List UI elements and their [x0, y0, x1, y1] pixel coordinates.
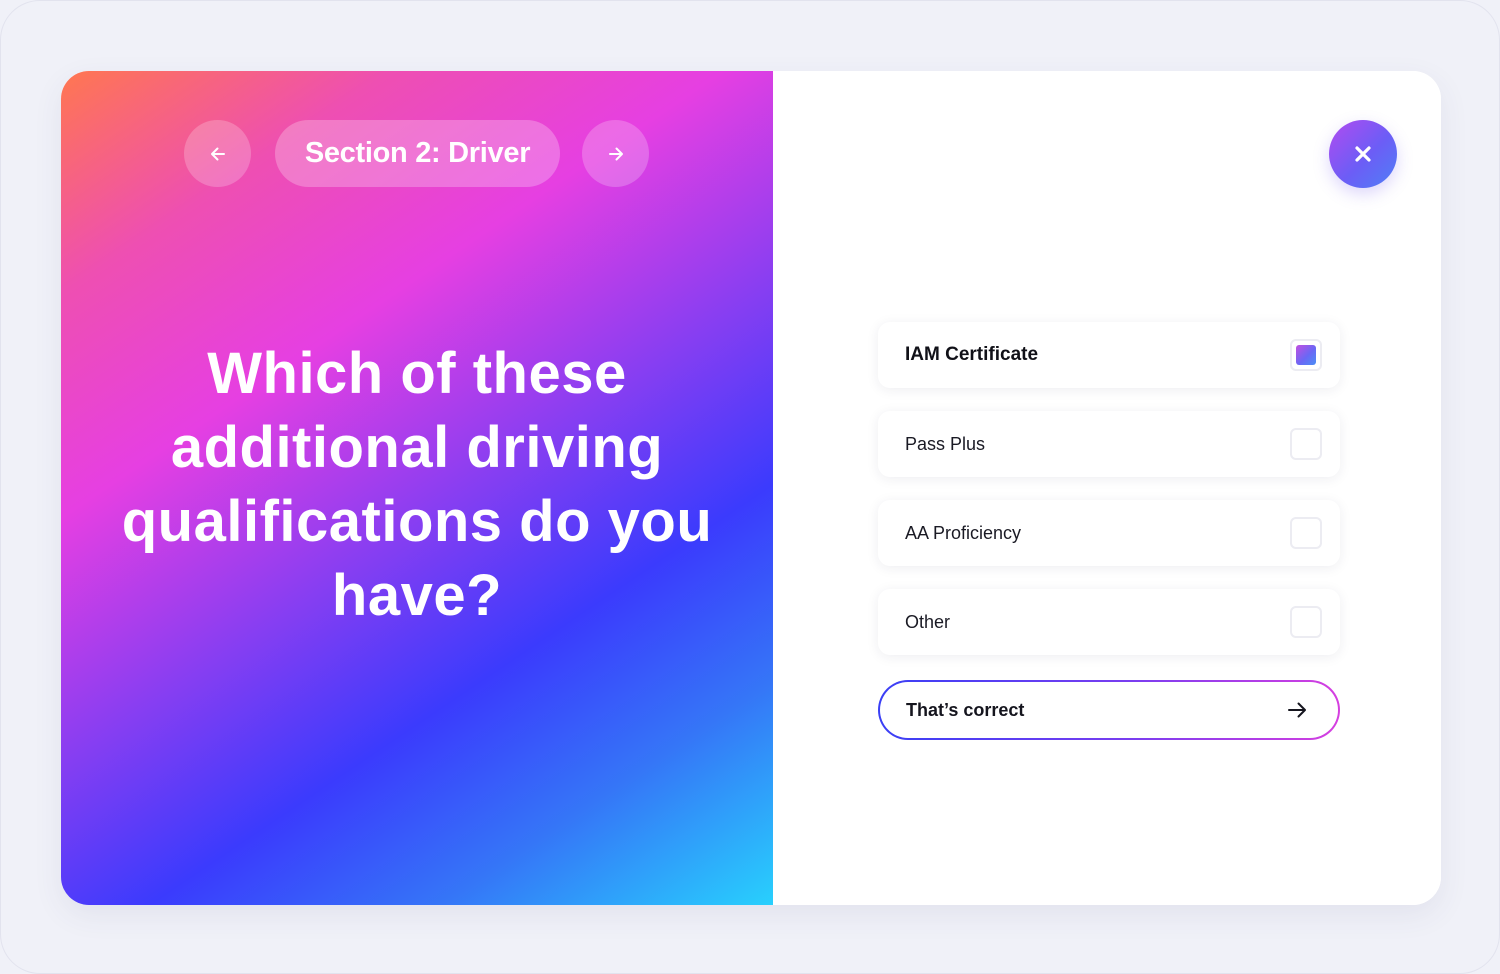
option-iam-certificate[interactable]: IAM Certificate [878, 322, 1340, 388]
question-panel: Section 2: Driver Which of these additio… [61, 71, 773, 905]
option-label: Other [905, 611, 951, 632]
option-label: Pass Plus [905, 433, 986, 454]
option-other[interactable]: Other [878, 589, 1340, 655]
close-button[interactable] [1329, 120, 1397, 188]
close-icon [1355, 146, 1371, 162]
section-title: Section 2: Driver [275, 120, 560, 187]
app-frame: Section 2: Driver Which of these additio… [0, 0, 1500, 974]
options-list: IAM Certificate Pass Plus AA Proficiency… [878, 322, 1340, 678]
arrow-left-icon [210, 147, 225, 160]
confirm-button-inner: That’s correct [880, 682, 1338, 738]
confirm-button[interactable]: That’s correct [878, 680, 1340, 740]
arrow-right-icon [1288, 702, 1306, 718]
option-checkbox-checked[interactable] [1290, 339, 1322, 371]
answer-panel: IAM Certificate Pass Plus AA Proficiency… [773, 71, 1441, 905]
option-label: AA Proficiency [905, 522, 1022, 543]
confirm-label: That’s correct [906, 699, 1025, 720]
option-pass-plus[interactable]: Pass Plus [878, 411, 1340, 477]
previous-section-button[interactable] [184, 120, 251, 187]
checkbox-check-fill [1296, 345, 1316, 365]
option-checkbox[interactable] [1290, 428, 1322, 460]
option-checkbox[interactable] [1290, 517, 1322, 549]
option-aa-proficiency[interactable]: AA Proficiency [878, 500, 1340, 566]
option-checkbox[interactable] [1290, 606, 1322, 638]
question-text: Which of these additional driving qualif… [121, 341, 713, 628]
arrow-right-icon [608, 147, 623, 160]
next-section-button[interactable] [582, 120, 649, 187]
option-label: IAM Certificate [905, 344, 1039, 365]
question-card: Section 2: Driver Which of these additio… [61, 71, 1441, 905]
